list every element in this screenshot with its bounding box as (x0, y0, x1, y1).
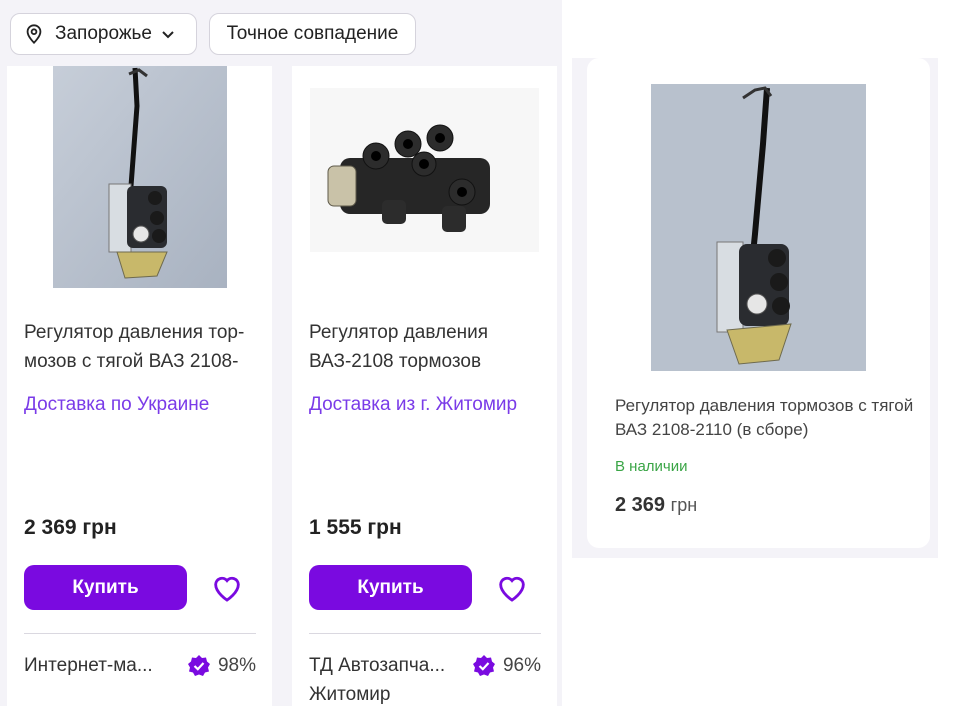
location-pin-icon (26, 24, 42, 44)
price-currency: грн (670, 495, 698, 515)
seller-name[interactable]: Интернет-ма... (24, 655, 153, 677)
location-filter-label: Запорожье (55, 23, 152, 44)
product-card[interactable]: Регулятор давления тор-мозов с тягой ВАЗ… (7, 66, 272, 706)
seller-rating: 98% (186, 653, 256, 679)
exact-match-filter[interactable]: Точное совпадение (209, 13, 416, 55)
verified-badge-icon (472, 655, 495, 676)
delivery-info: Доставка по Украине (24, 394, 210, 415)
buy-button[interactable]: Купить (309, 565, 472, 610)
product-price: 1 555 грн (309, 516, 402, 539)
product-price: 2 369 грн (24, 516, 117, 539)
featured-title[interactable]: Регулятор давления тормозов с тягой ВАЗ … (615, 394, 915, 442)
product-image[interactable] (651, 84, 866, 371)
heart-icon[interactable] (210, 571, 244, 605)
rating-value: 96% (502, 655, 541, 676)
divider (309, 633, 541, 634)
seller-name[interactable]: ТД Автозапча... (309, 655, 445, 677)
price-value: 2 369 (615, 494, 666, 516)
product-title[interactable]: Регулятор давления ВАЗ-2108 тормозов (309, 318, 549, 376)
verified-badge-icon (187, 655, 210, 676)
stock-status: В наличии (615, 458, 688, 475)
product-image[interactable] (7, 66, 272, 291)
heart-icon[interactable] (495, 571, 529, 605)
location-filter[interactable]: Запорожье (10, 13, 197, 55)
exact-match-label: Точное совпадение (226, 23, 399, 44)
delivery-info: Доставка из г. Житомир (309, 394, 518, 415)
product-card[interactable]: Регулятор давления ВАЗ-2108 тормозов Дос… (292, 66, 557, 706)
chevron-down-icon (162, 31, 174, 39)
seller-city: Житомир (309, 684, 391, 705)
buy-button[interactable]: Купить (24, 565, 187, 610)
product-image[interactable] (292, 66, 557, 291)
rating-value: 98% (217, 655, 256, 676)
product-title[interactable]: Регулятор давления тор-мозов с тягой ВАЗ… (24, 318, 264, 376)
seller-rating: 96% (471, 653, 541, 679)
featured-price: 2 369 грн (615, 494, 697, 517)
featured-product-card[interactable]: Регулятор давления тормозов с тягой ВАЗ … (587, 58, 930, 548)
divider (24, 633, 256, 634)
